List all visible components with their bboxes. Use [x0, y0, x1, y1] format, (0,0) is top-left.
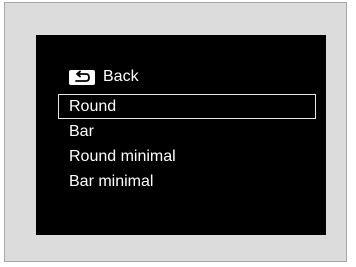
- menu-item-round-minimal[interactable]: Round minimal: [58, 144, 316, 169]
- option-list: Round Bar Round minimal Bar minimal: [58, 94, 316, 194]
- menu-item-round[interactable]: Round: [58, 94, 316, 119]
- back-button[interactable]: Back: [69, 67, 139, 87]
- menu-item-bar[interactable]: Bar: [58, 119, 316, 144]
- device-frame: Back Round Bar Round minimal Bar minimal: [4, 2, 347, 262]
- menu-item-bar-minimal[interactable]: Bar minimal: [58, 169, 316, 194]
- display-screen: Back Round Bar Round minimal Bar minimal: [36, 35, 326, 235]
- back-arrow-icon: [69, 69, 95, 85]
- back-label: Back: [103, 68, 139, 85]
